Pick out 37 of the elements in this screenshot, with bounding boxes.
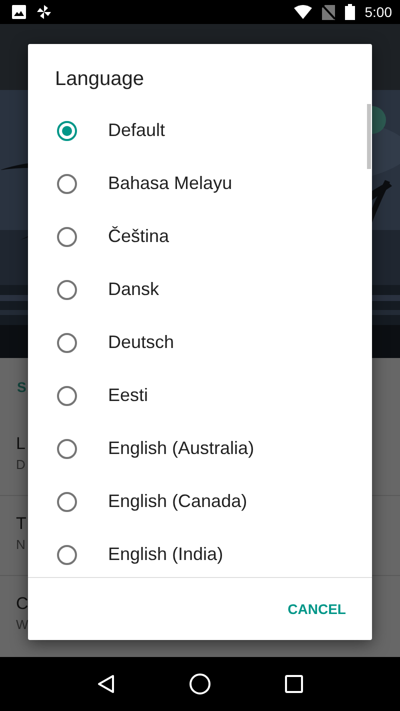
recents-icon[interactable] bbox=[285, 675, 303, 693]
setting-title: C bbox=[16, 594, 28, 614]
language-option[interactable]: Čeština bbox=[108, 226, 170, 247]
pinwheel-icon bbox=[36, 4, 52, 20]
dialog-title: Language bbox=[54, 67, 145, 92]
image-icon bbox=[12, 5, 26, 19]
radio-button[interactable] bbox=[57, 226, 77, 246]
radio-button[interactable] bbox=[57, 280, 77, 300]
language-option[interactable]: English (India) bbox=[108, 544, 224, 565]
language-option[interactable]: English (Australia) bbox=[108, 438, 254, 459]
wifi-icon bbox=[294, 5, 312, 19]
scrollbar[interactable] bbox=[367, 104, 371, 169]
setting-summary: D bbox=[16, 457, 26, 472]
no-sim-icon bbox=[322, 4, 335, 20]
cancel-button[interactable]: CANCEL bbox=[280, 593, 354, 625]
language-option[interactable]: Bahasa Melayu bbox=[108, 173, 232, 194]
radio-button[interactable] bbox=[57, 544, 77, 564]
setting-summary: W bbox=[16, 617, 28, 632]
language-option[interactable]: Deutsch bbox=[108, 332, 174, 353]
clock-time: 5:00 bbox=[364, 4, 392, 20]
radio-button[interactable] bbox=[57, 174, 77, 194]
radio-button[interactable] bbox=[57, 332, 77, 352]
language-option[interactable]: English (Canada) bbox=[108, 491, 248, 512]
battery-icon bbox=[344, 4, 355, 20]
language-option[interactable]: Eesti bbox=[108, 385, 148, 406]
radio-button[interactable] bbox=[57, 386, 77, 406]
radio-button[interactable] bbox=[57, 120, 77, 140]
back-icon[interactable] bbox=[97, 674, 115, 694]
setting-summary: N bbox=[16, 537, 26, 552]
home-icon[interactable] bbox=[189, 673, 211, 695]
language-option[interactable]: Dansk bbox=[108, 279, 160, 300]
setting-title: L bbox=[16, 434, 26, 454]
language-option[interactable]: Default bbox=[108, 120, 166, 141]
radio-button[interactable] bbox=[57, 438, 77, 458]
setting-title: T bbox=[16, 514, 26, 534]
radio-button[interactable] bbox=[57, 492, 77, 512]
section-header: S bbox=[17, 380, 26, 394]
